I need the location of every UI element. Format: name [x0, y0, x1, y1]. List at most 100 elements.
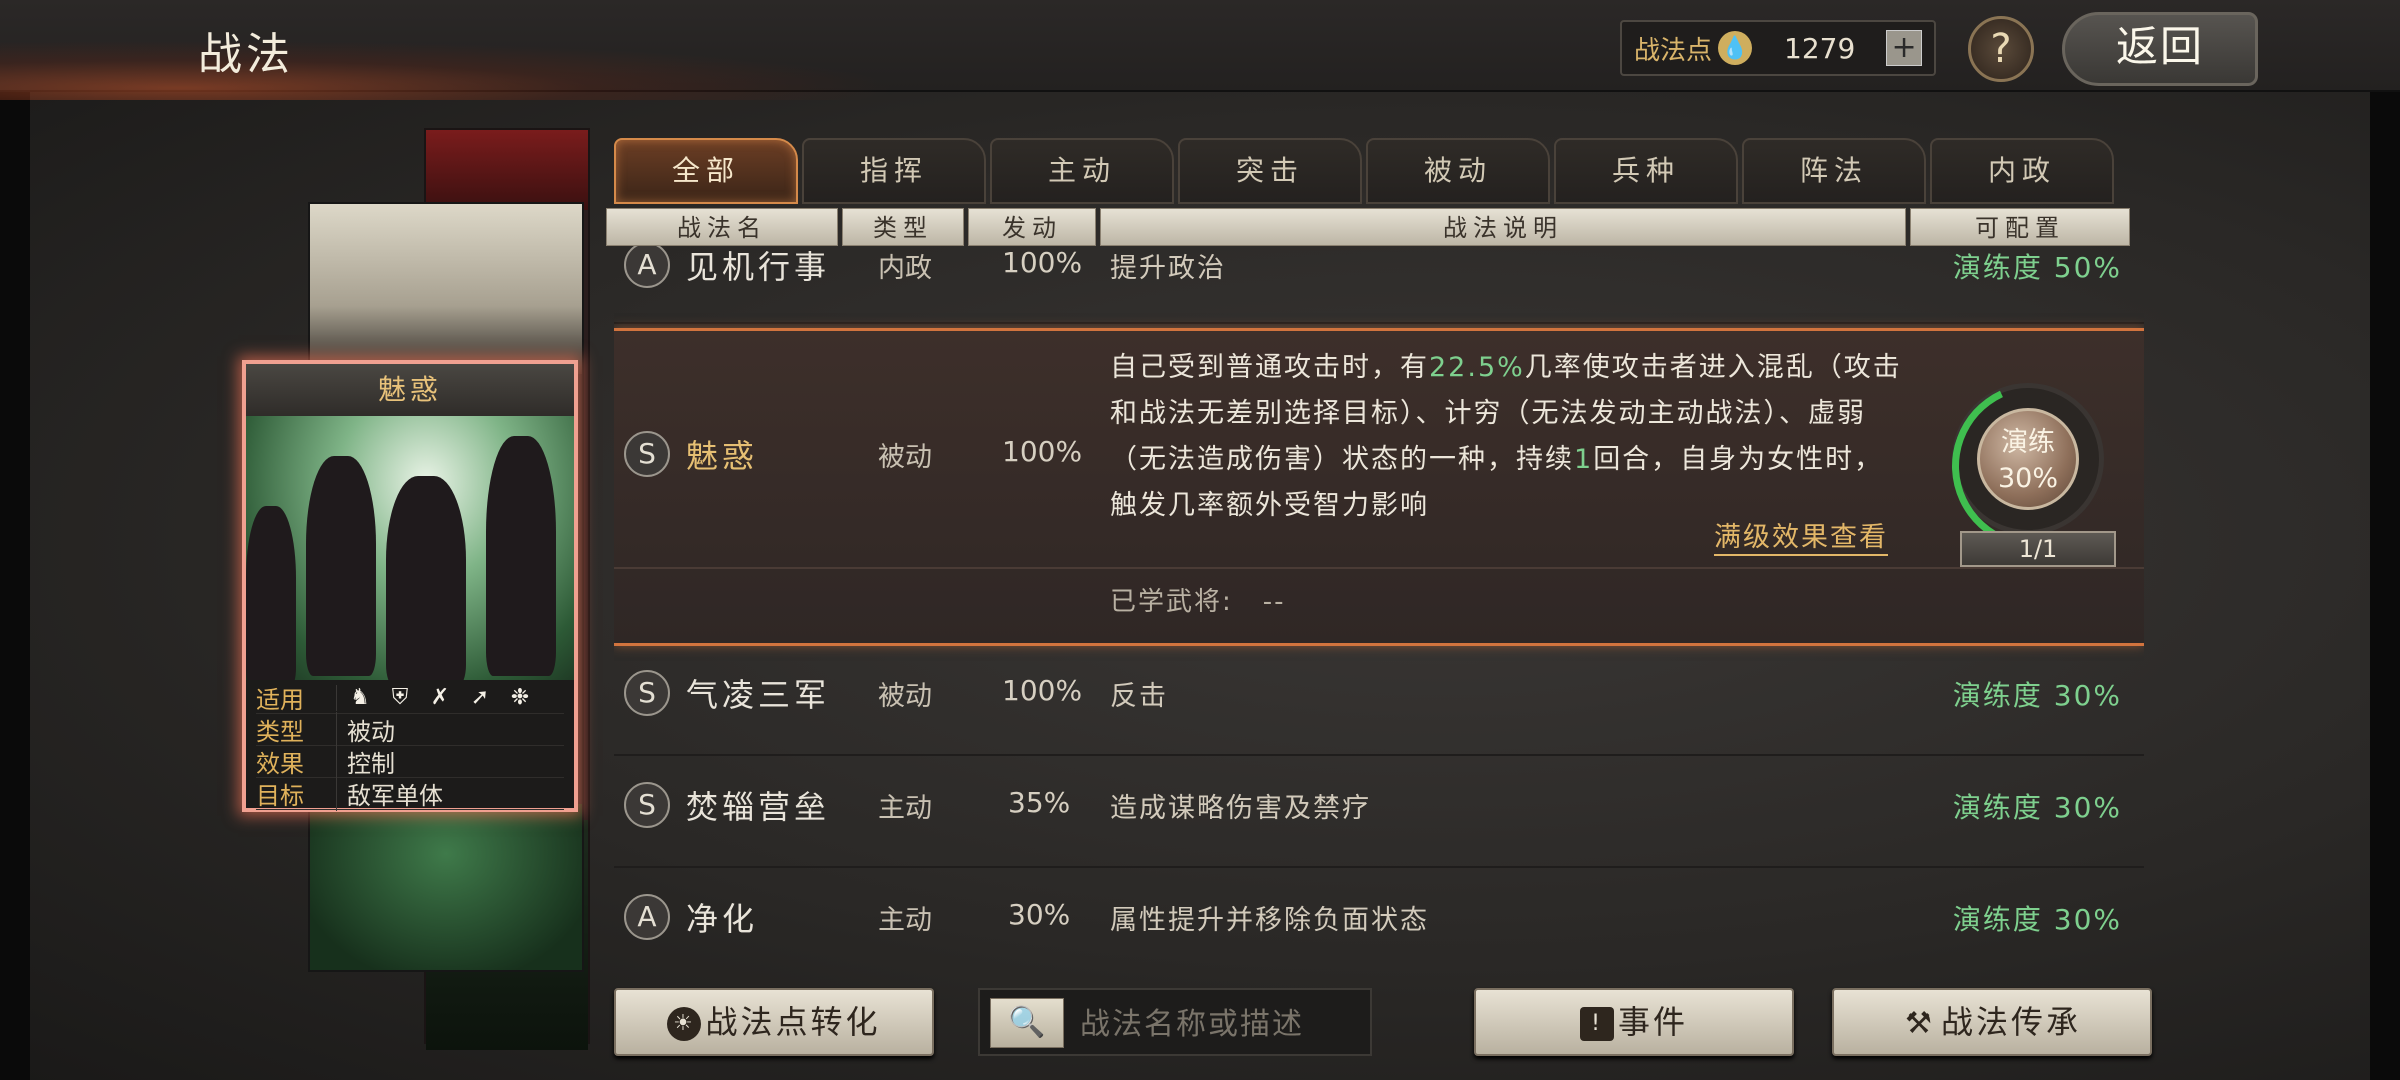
tactic-rate: 100% — [1002, 246, 1083, 279]
info-value: 被动 — [336, 712, 395, 747]
info-key: 目标 — [256, 782, 304, 810]
tactic-rate: 30% — [1008, 898, 1071, 931]
tactic-type: 主动 — [878, 905, 932, 936]
drill-progress-ring[interactable]: 演练 30% — [1952, 383, 2104, 535]
help-button[interactable]: ? — [1968, 16, 2034, 82]
tab-formation[interactable]: 阵法 — [1742, 138, 1926, 204]
search-input[interactable] — [1080, 1000, 1360, 1048]
events-icon: ! — [1579, 1007, 1614, 1041]
warrior-silhouette — [246, 506, 296, 680]
info-row-type: 类型 被动 — [256, 712, 564, 747]
grade-badge: S — [624, 782, 670, 828]
tactic-rate: 35% — [1008, 786, 1071, 819]
col-header-rate[interactable]: 发动 — [968, 208, 1096, 246]
tactic-points-value: 1279 — [1784, 31, 1856, 65]
screen-edge-right — [2370, 0, 2400, 1080]
tab-assault[interactable]: 突击 — [1178, 138, 1362, 204]
info-key: 类型 — [256, 718, 304, 746]
tactic-desc: 提升政治 — [1110, 253, 1226, 284]
grade-badge: A — [624, 894, 670, 940]
tactic-name: 净化 — [686, 900, 759, 938]
drill-level: 演练度 30% — [1952, 679, 2122, 712]
table-row[interactable]: A 见机行事 内政 100% 提升政治 演练度 50% — [614, 246, 2144, 324]
events-button[interactable]: ! 事件 — [1474, 988, 1794, 1056]
tab-command[interactable]: 指挥 — [802, 138, 986, 204]
selected-tactic-card[interactable]: 魅惑 适用 ♞ ⛨ ✗ ➚ ❉ 类型 被动 效果 控制 目标 敌军单体 — [242, 360, 578, 812]
info-row-target: 目标 敌军单体 — [256, 776, 564, 811]
bow-icon: ✗ — [430, 684, 450, 710]
cavalry-icon: ♞ — [350, 684, 370, 710]
warrior-silhouette — [386, 476, 466, 680]
warrior-silhouette — [306, 456, 376, 676]
back-card-top-art — [310, 204, 582, 374]
tactic-point-icon: ☀ — [667, 1007, 702, 1041]
tactic-card-name: 魅惑 — [246, 364, 574, 416]
drill-level: 演练度 50% — [1952, 251, 2122, 284]
tactic-desc: 造成谋略伤害及禁疗 — [1110, 793, 1371, 824]
tactic-full-desc: 自己受到普通攻击时，有22.5%几率使攻击者进入混乱（攻击和战法无差别选择目标）… — [1110, 345, 1910, 529]
col-header-name[interactable]: 战法名 — [606, 208, 838, 246]
inherit-tactic-button[interactable]: ⚒ 战法传承 — [1832, 988, 2152, 1056]
tab-active[interactable]: 主动 — [990, 138, 1174, 204]
col-header-desc: 战法说明 — [1100, 208, 1906, 246]
grade-badge: S — [624, 431, 670, 477]
wheel-icon: ❉ — [510, 684, 530, 710]
tactic-points-label: 战法点 — [1634, 35, 1713, 66]
full-effect-link[interactable]: 满级效果查看 — [1714, 515, 1888, 556]
table-row[interactable]: S 气凌三军 被动 100% 反击 演练度 30% — [614, 650, 2144, 756]
expanded-row[interactable]: S 魅惑 被动 100% 自己受到普通攻击时，有22.5%几率使攻击者进入混乱（… — [614, 328, 2144, 646]
back-button[interactable]: 返回 — [2062, 12, 2258, 86]
drill-level: 演练度 30% — [1952, 903, 2122, 936]
grade-badge: A — [624, 246, 670, 288]
info-row-effect: 效果 控制 — [256, 744, 564, 779]
search-bar: 🔍 — [978, 988, 1372, 1056]
back-card-bottom-art — [310, 804, 582, 970]
tactic-name: 焚辎营垒 — [686, 788, 831, 826]
add-points-button[interactable]: + — [1886, 30, 1923, 66]
table-row[interactable]: S 焚辎营垒 主动 35% 造成谋略伤害及禁疗 演练度 30% — [614, 762, 2144, 868]
desc-highlight: 1 — [1574, 444, 1594, 475]
table-row[interactable]: A 净化 主动 30% 属性提升并移除负面状态 演练度 30% — [614, 874, 2144, 962]
tab-passive[interactable]: 被动 — [1366, 138, 1550, 204]
tactic-card-art — [246, 416, 574, 680]
tab-internal[interactable]: 内政 — [1930, 138, 2114, 204]
tactic-rate: 100% — [1002, 435, 1083, 468]
search-icon[interactable]: 🔍 — [990, 998, 1064, 1048]
convert-label: 战法点转化 — [705, 1003, 881, 1041]
tab-all[interactable]: 全部 — [614, 138, 798, 204]
convert-points-button[interactable]: ☀ 战法点转化 — [614, 988, 934, 1056]
tactic-type: 内政 — [878, 253, 932, 284]
config-count: 1/1 — [1960, 531, 2116, 567]
drill-value: 30% — [1997, 463, 2058, 494]
col-header-config[interactable]: 可配置 — [1910, 208, 2130, 246]
category-tabs: 全部 指挥 主动 突击 被动 兵种 阵法 内政 — [614, 138, 2114, 204]
title-glow — [0, 40, 900, 100]
hammer-icon: ⚒ — [1905, 1006, 1935, 1041]
learned-label: 已学武将: — [1110, 587, 1233, 617]
tactic-type: 被动 — [878, 442, 932, 473]
info-key: 效果 — [256, 750, 304, 778]
learned-value: -- — [1262, 587, 1286, 617]
tactic-points-box: 战法点 💧 1279 + — [1620, 20, 1936, 76]
tactic-type: 被动 — [878, 681, 932, 712]
tactic-desc: 属性提升并移除负面状态 — [1110, 905, 1429, 936]
tab-troop[interactable]: 兵种 — [1554, 138, 1738, 204]
desc-highlight: 22.5% — [1429, 352, 1525, 383]
tactic-point-icon: 💧 — [1718, 31, 1753, 65]
shield-icon: ⛨ — [391, 684, 409, 710]
top-bar: 战法 战法点 💧 1279 + ? 返回 — [0, 0, 2400, 100]
drill-level: 演练度 30% — [1952, 791, 2122, 824]
col-header-type[interactable]: 类型 — [842, 208, 964, 246]
inherit-label: 战法传承 — [1940, 1003, 2081, 1041]
tactic-list[interactable]: A 见机行事 内政 100% 提升政治 演练度 50% S 魅惑 被动 100%… — [614, 246, 2144, 962]
info-value: 敌军单体 — [336, 776, 443, 811]
screen-edge-left — [0, 0, 30, 1080]
page-title: 战法 — [198, 29, 294, 80]
strip-top-art — [426, 130, 588, 210]
divider — [614, 567, 2144, 569]
desc-text: 自己受到普通攻击时，有 — [1110, 352, 1429, 383]
warrior-silhouette — [486, 436, 556, 676]
drill-button[interactable]: 演练 30% — [1977, 408, 2079, 510]
info-value: 控制 — [336, 744, 395, 779]
tactic-type: 主动 — [878, 793, 932, 824]
